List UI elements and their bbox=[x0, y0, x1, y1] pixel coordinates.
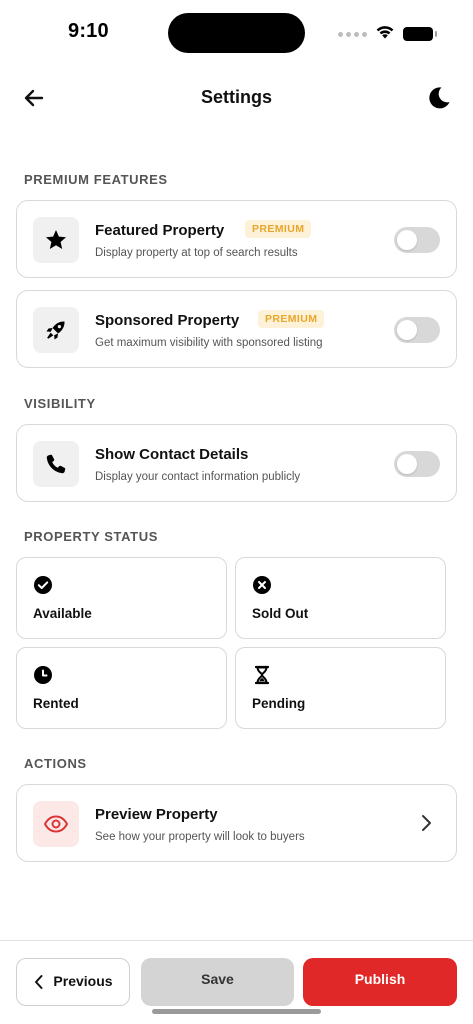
sponsored-property-title: Sponsored Property bbox=[95, 312, 240, 329]
clock-icon bbox=[33, 665, 53, 685]
show-contact-title: Show Contact Details bbox=[95, 446, 249, 463]
status-label: Pending bbox=[252, 696, 306, 711]
status-option-pending[interactable]: Pending bbox=[235, 647, 446, 729]
status-time: 9:10 bbox=[68, 20, 109, 42]
save-label: Save bbox=[201, 971, 234, 987]
status-option-rented[interactable]: Rented bbox=[16, 647, 227, 729]
section-label-status: PROPERTY STATUS bbox=[24, 529, 158, 544]
page-title: Settings bbox=[200, 87, 272, 107]
show-contact-toggle[interactable] bbox=[394, 451, 440, 477]
previous-button[interactable]: Previous bbox=[16, 958, 130, 1006]
toggle-knob bbox=[397, 320, 417, 340]
status-bar: 9:10 bbox=[0, 0, 473, 64]
preview-property-subtitle: See how your property will look to buyer… bbox=[95, 831, 305, 843]
featured-property-title: Featured Property bbox=[95, 222, 225, 239]
section-label-visibility: VISIBILITY bbox=[24, 396, 96, 411]
header: Settings bbox=[0, 78, 473, 118]
wifi-icon bbox=[375, 24, 395, 44]
chevron-right-icon bbox=[416, 813, 436, 833]
eye-icon bbox=[44, 815, 68, 833]
publish-label: Publish bbox=[354, 971, 406, 987]
dynamic-island bbox=[168, 13, 305, 53]
moon-icon bbox=[429, 87, 450, 109]
x-circle-icon bbox=[252, 575, 272, 595]
phone-icon bbox=[46, 454, 66, 474]
signal-icon bbox=[338, 31, 367, 37]
featured-property-subtitle: Display property at top of search result… bbox=[95, 247, 298, 259]
premium-badge: PREMIUM bbox=[258, 310, 325, 328]
sponsored-icon-tile bbox=[33, 307, 79, 353]
previous-label: Previous bbox=[53, 973, 113, 989]
battery-icon bbox=[403, 27, 437, 41]
check-circle-icon bbox=[33, 575, 53, 595]
toggle-knob bbox=[397, 230, 417, 250]
status-icons bbox=[338, 24, 437, 44]
premium-badge: PREMIUM bbox=[245, 220, 312, 238]
sponsored-property-subtitle: Get maximum visibility with sponsored li… bbox=[95, 337, 323, 349]
status-label: Sold Out bbox=[252, 606, 309, 621]
star-icon bbox=[46, 230, 66, 249]
sponsored-property-toggle[interactable] bbox=[394, 317, 440, 343]
section-label-actions: ACTIONS bbox=[24, 756, 87, 771]
featured-property-toggle[interactable] bbox=[394, 227, 440, 253]
preview-icon-tile bbox=[33, 801, 79, 847]
show-contact-card: Show Contact Details Display your contac… bbox=[16, 424, 457, 502]
publish-button[interactable]: Publish bbox=[303, 958, 457, 1006]
home-indicator bbox=[152, 1009, 321, 1014]
sponsored-property-card: Sponsored Property PREMIUM Get maximum v… bbox=[16, 290, 457, 368]
featured-property-card: Featured Property PREMIUM Display proper… bbox=[16, 200, 457, 278]
featured-icon-tile bbox=[33, 217, 79, 263]
hourglass-icon bbox=[252, 665, 272, 685]
status-option-sold-out[interactable]: Sold Out bbox=[235, 557, 446, 639]
status-option-available[interactable]: Available bbox=[16, 557, 227, 639]
chevron-left-icon bbox=[35, 975, 43, 989]
settings-screen: 9:10 Settings PREMIUM FEATURES Featured … bbox=[0, 0, 473, 1024]
rocket-icon bbox=[46, 321, 65, 340]
status-label: Available bbox=[33, 606, 92, 621]
section-label-premium: PREMIUM FEATURES bbox=[24, 172, 168, 187]
toggle-knob bbox=[397, 454, 417, 474]
contact-icon-tile bbox=[33, 441, 79, 487]
status-label: Rented bbox=[33, 696, 79, 711]
preview-property-title: Preview Property bbox=[95, 806, 218, 823]
save-button[interactable]: Save bbox=[141, 958, 294, 1006]
show-contact-subtitle: Display your contact information publicl… bbox=[95, 471, 301, 483]
theme-toggle-button[interactable] bbox=[423, 82, 455, 114]
preview-property-card[interactable]: Preview Property See how your property w… bbox=[16, 784, 457, 862]
